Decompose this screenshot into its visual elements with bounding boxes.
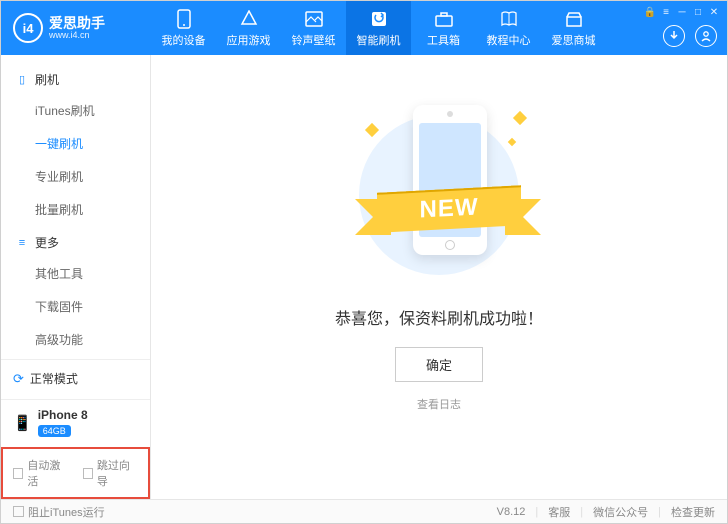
sidebar-group-more: ≡ 更多 [1, 226, 150, 257]
device-storage: 64GB [38, 425, 71, 437]
tab-apps[interactable]: 应用游戏 [216, 1, 281, 55]
menu-icon[interactable]: ≡ [659, 5, 673, 19]
logo-title: 爱思助手 [49, 16, 105, 30]
tab-label: 应用游戏 [227, 32, 271, 48]
sidebar-item-other-tools[interactable]: 其他工具 [1, 257, 150, 290]
close-icon[interactable]: ✕ [707, 5, 721, 19]
block-itunes-checkbox[interactable]: 阻止iTunes运行 [13, 504, 105, 520]
tab-ringtones[interactable]: 铃声壁纸 [281, 1, 346, 55]
user-button[interactable] [695, 25, 717, 47]
tab-label: 工具箱 [427, 32, 460, 48]
version-label: V8.12 [497, 506, 526, 518]
main-content: NEW 恭喜您，保资料刷机成功啦！ 确定 查看日志 [151, 55, 727, 499]
sidebar-item-pro-flash[interactable]: 专业刷机 [1, 160, 150, 193]
mode-label: 正常模式 [30, 370, 78, 387]
tab-toolbox[interactable]: 工具箱 [411, 1, 476, 55]
title-bar: i4 爱思助手 www.i4.cn 我的设备 应用游戏 铃声壁纸 智能刷机 工具… [1, 1, 727, 55]
view-log-link[interactable]: 查看日志 [417, 396, 461, 412]
tab-label: 我的设备 [162, 32, 206, 48]
group-label: 更多 [35, 234, 59, 251]
download-button[interactable] [663, 25, 685, 47]
phone-icon: 📱 [13, 414, 32, 432]
tab-store[interactable]: 爱思商城 [541, 1, 606, 55]
lock-icon[interactable]: 🔒 [643, 5, 657, 19]
ribbon-text: NEW [377, 185, 521, 233]
chk-label: 跳过向导 [97, 457, 138, 489]
flash-icon [369, 9, 389, 29]
sidebar-item-itunes-flash[interactable]: iTunes刷机 [1, 94, 150, 127]
sidebar-item-advanced[interactable]: 高级功能 [1, 323, 150, 356]
apps-icon [239, 9, 259, 29]
sidebar-item-oneclick-flash[interactable]: 一键刷机 [1, 127, 150, 160]
toolbox-icon [434, 9, 454, 29]
wechat-link[interactable]: 微信公众号 [593, 504, 648, 520]
book-icon [499, 9, 519, 29]
tab-label: 智能刷机 [357, 32, 401, 48]
sidebar-group-flash: ▯ 刷机 [1, 63, 150, 94]
tab-my-device[interactable]: 我的设备 [151, 1, 216, 55]
status-bar: 阻止iTunes运行 V8.12 | 客服 | 微信公众号 | 检查更新 [1, 499, 727, 523]
minimize-icon[interactable]: ─ [675, 5, 689, 19]
device-name: iPhone 8 [38, 408, 88, 422]
sidebar-options: 自动激活 跳过向导 [1, 447, 150, 499]
logo: i4 爱思助手 www.i4.cn [1, 13, 151, 43]
success-message: 恭喜您，保资料刷机成功啦！ [335, 305, 543, 329]
auto-activate-checkbox[interactable]: 自动激活 [13, 457, 69, 489]
tab-label: 爱思商城 [552, 32, 596, 48]
support-link[interactable]: 客服 [548, 504, 570, 520]
skip-guide-checkbox[interactable]: 跳过向导 [83, 457, 139, 489]
update-link[interactable]: 检查更新 [671, 504, 715, 520]
logo-mark: i4 [13, 13, 43, 43]
wallpaper-icon [304, 9, 324, 29]
success-illustration: NEW [339, 105, 539, 285]
chk-label: 阻止iTunes运行 [28, 504, 105, 520]
tab-label: 铃声壁纸 [292, 32, 336, 48]
store-icon [564, 9, 584, 29]
sidebar-device[interactable]: 📱 iPhone 8 64GB [1, 399, 150, 447]
chk-label: 自动激活 [27, 457, 68, 489]
tab-tutorials[interactable]: 教程中心 [476, 1, 541, 55]
more-icon: ≡ [15, 237, 29, 249]
tab-label: 教程中心 [487, 32, 531, 48]
logo-url: www.i4.cn [49, 30, 105, 41]
main-tabs: 我的设备 应用游戏 铃声壁纸 智能刷机 工具箱 教程中心 爱思商城 [151, 1, 606, 55]
refresh-icon: ⟳ [13, 371, 24, 387]
sidebar: ▯ 刷机 iTunes刷机 一键刷机 专业刷机 批量刷机 ≡ 更多 其他工具 下载固… [1, 55, 151, 499]
group-label: 刷机 [35, 71, 59, 88]
device-icon: ▯ [15, 73, 29, 86]
sidebar-mode[interactable]: ⟳ 正常模式 [1, 359, 150, 399]
maximize-icon[interactable]: □ [691, 5, 705, 19]
tab-flash[interactable]: 智能刷机 [346, 1, 411, 55]
ok-button[interactable]: 确定 [395, 347, 483, 382]
sidebar-item-batch-flash[interactable]: 批量刷机 [1, 193, 150, 226]
phone-icon [174, 9, 194, 29]
sidebar-item-download-firmware[interactable]: 下载固件 [1, 290, 150, 323]
